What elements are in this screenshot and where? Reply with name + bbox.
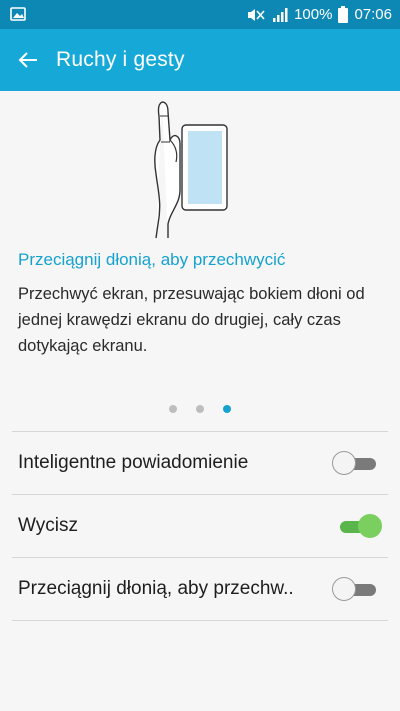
battery-icon [338,6,349,23]
palm-swipe-illustration [140,100,240,240]
page-dot-active[interactable] [223,405,231,413]
setting-row-smart-alert[interactable]: Inteligentne powiadomienie [0,432,400,494]
page-dot[interactable] [196,405,204,413]
clock: 07:06 [354,6,392,23]
signal-icon [272,7,288,23]
divider [12,620,388,621]
page-title: Ruchy i gesty [56,48,185,71]
back-button[interactable] [0,29,56,91]
feature-description: Przechwyć ekran, przesuwając bokiem dłon… [18,285,365,355]
gallery-icon [10,6,26,22]
page-dot[interactable] [169,405,177,413]
status-indicators: 100% 07:06 [246,0,392,29]
app-bar: Ruchy i gesty [0,29,400,91]
palm-swipe-toggle[interactable] [332,576,380,602]
page-indicator [0,405,400,415]
mute-toggle[interactable] [336,513,382,539]
battery-percent: 100% [294,6,333,23]
settings-list: Inteligentne powiadomienie Wycisz Przeci… [0,431,400,621]
setting-label: Przeciągnij dłonią, aby przechw.. [18,578,294,599]
smart-alert-toggle[interactable] [332,450,380,476]
setting-row-palm-swipe[interactable]: Przeciągnij dłonią, aby przechw.. [0,558,400,620]
setting-row-mute[interactable]: Wycisz [0,495,400,557]
mute-icon [246,7,266,23]
back-arrow-icon [18,52,37,68]
feature-title: Przeciągnij dłonią, aby przechwycić [18,250,286,269]
setting-label: Wycisz [18,515,78,536]
setting-label: Inteligentne powiadomienie [18,452,249,473]
status-bar: 100% 07:06 [0,0,400,29]
